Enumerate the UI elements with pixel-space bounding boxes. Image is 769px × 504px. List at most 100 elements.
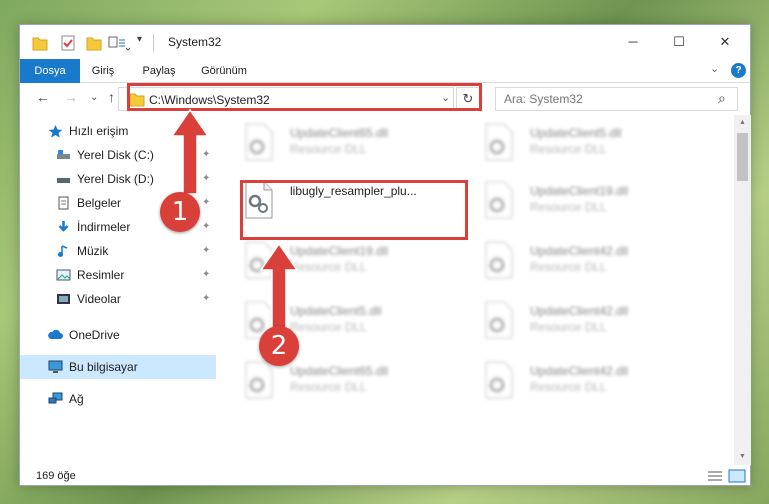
dll-file-icon <box>485 361 513 399</box>
file-type: Resource DLL <box>530 320 607 334</box>
sidebar-item-onedrive[interactable]: OneDrive <box>20 323 216 347</box>
file-type: Resource DLL <box>290 142 367 156</box>
help-button[interactable]: ? <box>731 63 746 78</box>
sidebar-item-label: Müzik <box>77 244 109 258</box>
file-list: UpdateClient65.dll Resource DLL UpdateCl… <box>220 115 734 465</box>
forward-button[interactable]: → <box>64 89 78 105</box>
file-name: UpdateClient65.dll <box>290 364 389 378</box>
quick-access-dropdown-icon[interactable]: ▾ <box>137 34 142 52</box>
dll-file-icon <box>485 241 513 279</box>
dll-file-icon <box>485 181 513 219</box>
list-item[interactable]: UpdateClient42.dll Resource DLL <box>460 355 690 407</box>
list-item[interactable]: UpdateClient5.dll Resource DLL <box>460 117 690 169</box>
dll-file-icon <box>485 301 513 339</box>
list-item[interactable]: UpdateClient19.dll Resource DLL <box>460 175 690 227</box>
navigation-pane: Hızlı erişim Yerel Disk (C:) ✦ Yerel Dis… <box>20 115 216 465</box>
sidebar-item-music[interactable]: Müzik ✦ <box>20 239 216 263</box>
file-type: Resource DLL <box>530 380 607 394</box>
list-item[interactable]: UpdateClient42.dll Resource DLL <box>460 235 690 287</box>
music-icon <box>58 245 68 257</box>
pin-icon[interactable]: ✦ <box>202 215 210 239</box>
list-item[interactable]: UpdateClient19.dll Resource DLL <box>220 235 450 287</box>
file-name: UpdateClient65.dll <box>290 126 389 140</box>
file-type: Resource DLL <box>530 142 607 156</box>
sidebar-item-label: Ağ <box>69 392 84 406</box>
large-icons-view-icon[interactable] <box>728 469 746 483</box>
file-type: Resource DLL <box>290 260 367 274</box>
pin-icon[interactable]: ✦ <box>202 191 210 215</box>
videos-icon <box>57 294 70 304</box>
sidebar-item-drive-d[interactable]: Yerel Disk (D:) ✦ <box>20 167 216 191</box>
dll-file-icon <box>485 123 513 161</box>
search-box[interactable]: ⌕ <box>495 87 738 111</box>
sidebar-item-this-pc[interactable]: Bu bilgisayar <box>20 355 216 379</box>
ribbon-expand-icon[interactable]: ⌄ <box>710 62 719 75</box>
new-folder-icon[interactable] <box>86 34 102 52</box>
sidebar-item-label: Videolar <box>77 292 121 306</box>
ribbon-tabs: Dosya Giriş Paylaş Görünüm ⌄ ? <box>20 59 750 83</box>
search-icon[interactable]: ⌕ <box>718 90 726 107</box>
file-type: Resource DLL <box>530 200 607 214</box>
tab-giris[interactable]: Giriş <box>82 59 124 83</box>
pin-icon[interactable]: ✦ <box>202 263 210 287</box>
sidebar-item-label: Yerel Disk (C:) <box>77 148 154 162</box>
list-item[interactable]: UpdateClient5.dll Resource DLL <box>220 295 450 347</box>
recent-locations-button[interactable]: ⌄ <box>90 92 98 103</box>
vertical-scrollbar[interactable]: ▲ ▼ <box>734 115 751 465</box>
list-item[interactable]: UpdateClient65.dll Resource DLL <box>220 117 450 169</box>
cloud-icon <box>48 329 63 339</box>
sidebar-item-label: Bu bilgisayar <box>69 360 138 374</box>
list-item[interactable]: UpdateClient65.dll Resource DLL <box>220 355 450 407</box>
file-type: Resource DLL <box>290 380 367 394</box>
sidebar-item-network[interactable]: Ağ <box>20 387 216 411</box>
back-button[interactable]: ← <box>36 89 50 105</box>
scroll-up-arrow[interactable]: ▲ <box>734 115 751 131</box>
customize-toolbar-icon[interactable] <box>108 34 130 52</box>
sidebar-item-quick-access[interactable]: Hızlı erişim <box>20 119 216 143</box>
pin-icon[interactable]: ✦ <box>202 143 210 167</box>
minimize-button[interactable]: ─ <box>610 29 656 55</box>
tab-paylas[interactable]: Paylaş <box>134 59 184 83</box>
dll-file-icon <box>245 123 273 161</box>
sidebar-item-label: Yerel Disk (D:) <box>77 172 154 186</box>
file-name: UpdateClient19.dll <box>530 184 629 198</box>
file-name: UpdateClient42.dll <box>530 364 629 378</box>
pictures-icon <box>56 269 71 281</box>
pin-icon[interactable]: ✦ <box>202 239 210 263</box>
documents-icon <box>58 196 69 210</box>
pin-icon[interactable]: ✦ <box>202 287 210 311</box>
file-type: Resource DLL <box>290 320 367 334</box>
file-name: UpdateClient5.dll <box>290 304 382 318</box>
maximize-button[interactable]: ☐ <box>656 29 702 55</box>
search-input[interactable] <box>504 92 704 106</box>
pin-icon[interactable]: ✦ <box>202 167 210 191</box>
sidebar-item-label: OneDrive <box>69 328 120 342</box>
sidebar-item-label: İndirmeler <box>77 220 131 234</box>
step-1-badge: 1 <box>160 192 200 232</box>
tab-gorunum[interactable]: Görünüm <box>194 59 254 83</box>
close-button[interactable]: ✕ <box>702 29 748 55</box>
folder-icon[interactable] <box>32 34 48 52</box>
file-name: UpdateClient5.dll <box>530 126 622 140</box>
drive-icon <box>57 150 70 159</box>
sidebar-item-videos[interactable]: Videolar ✦ <box>20 287 216 311</box>
item-count: 169 öğe <box>36 470 76 482</box>
scroll-thumb[interactable] <box>737 133 748 181</box>
sidebar-item-drive-c[interactable]: Yerel Disk (C:) ✦ <box>20 143 216 167</box>
up-button[interactable]: ↑ <box>108 89 115 105</box>
computer-icon <box>48 360 63 373</box>
details-view-icon[interactable] <box>706 469 724 483</box>
network-icon <box>48 392 63 404</box>
dll-file-icon <box>245 241 273 279</box>
list-item[interactable]: UpdateClient42.dll Resource DLL <box>460 295 690 347</box>
window-title: System32 <box>168 35 222 49</box>
tab-dosya[interactable]: Dosya <box>20 59 80 83</box>
dll-file-icon <box>245 361 273 399</box>
star-icon <box>48 125 63 138</box>
sidebar-item-pictures[interactable]: Resimler ✦ <box>20 263 216 287</box>
drive-icon <box>57 178 70 183</box>
scroll-down-arrow[interactable]: ▼ <box>734 449 751 465</box>
address-bar-highlight <box>127 83 482 111</box>
file-highlight <box>240 180 468 240</box>
properties-icon[interactable] <box>60 34 76 52</box>
